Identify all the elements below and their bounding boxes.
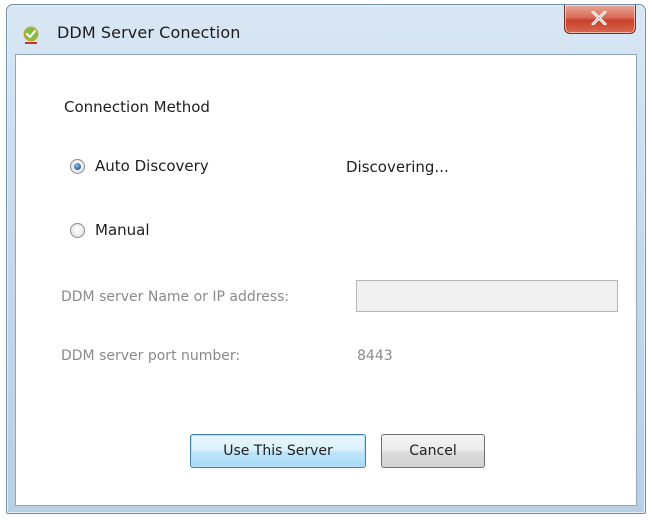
close-button[interactable] [564,5,636,34]
close-icon [591,11,607,25]
discovery-status: Discovering... [346,158,449,176]
app-icon [21,25,41,45]
dialog-window: DDM Server Conection Connection Method A… [6,4,646,514]
auto-discovery-radio[interactable] [70,158,85,174]
server-port-value: 8443 [357,348,393,364]
manual-radio[interactable] [70,222,85,238]
window-title: DDM Server Conection [57,23,241,42]
manual-label: Manual [95,221,150,239]
use-this-server-button[interactable]: Use This Server [190,434,366,468]
title-bar[interactable]: DDM Server Conection [7,5,645,57]
auto-discovery-label: Auto Discovery [95,157,209,175]
cancel-button[interactable]: Cancel [381,434,485,468]
server-port-label: DDM server port number: [61,348,241,364]
connection-method-label: Connection Method [64,98,210,116]
server-name-input[interactable] [356,280,618,312]
auto-discovery-option[interactable]: Auto Discovery [70,157,209,175]
server-name-label: DDM server Name or IP address: [61,289,290,305]
dialog-content: Connection Method Auto Discovery Discove… [15,54,637,506]
manual-option[interactable]: Manual [70,221,150,239]
